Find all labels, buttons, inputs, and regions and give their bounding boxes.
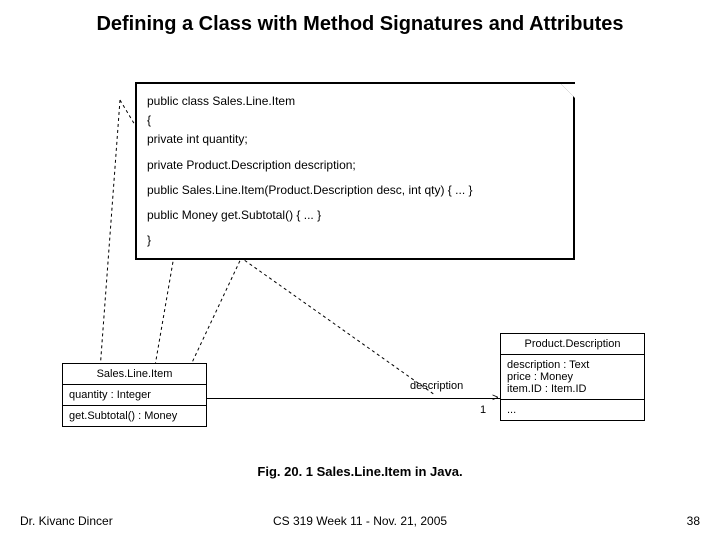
code-line: { [147, 111, 563, 130]
uml-class-name: Product.Description [501, 334, 644, 355]
uml-attribute: item.ID : Item.ID [507, 383, 638, 395]
uml-attribute: description : Text [507, 359, 638, 371]
association-multiplicity: 1 [480, 404, 486, 416]
uml-attribute: price : Money [507, 371, 638, 383]
uml-attribute: quantity : Integer [69, 389, 200, 401]
uml-class-saleslineitem: Sales.Line.Item quantity : Integer get.S… [62, 363, 207, 427]
figure-caption: Fig. 20. 1 Sales.Line.Item in Java. [0, 464, 720, 479]
slide-title: Defining a Class with Method Signatures … [60, 12, 660, 37]
association-arrow-icon: > [492, 392, 498, 404]
code-line: public Money get.Subtotal() { ... } [147, 206, 563, 225]
code-line: public class Sales.Line.Item [147, 92, 563, 111]
uml-operation: ... [507, 404, 638, 416]
footer-course-date: CS 319 Week 11 - Nov. 21, 2005 [0, 514, 720, 528]
association-role-label: description [410, 380, 463, 392]
code-line: public Sales.Line.Item(Product.Descripti… [147, 181, 563, 200]
code-line: private Product.Description description; [147, 156, 563, 175]
association-line [207, 398, 500, 399]
code-line: private int quantity; [147, 130, 563, 149]
footer-page-number: 38 [687, 514, 700, 528]
code-note-box: public class Sales.Line.Item { private i… [135, 82, 575, 260]
uml-class-name: Sales.Line.Item [63, 364, 206, 385]
note-dogear-icon [559, 82, 575, 98]
uml-operation: get.Subtotal() : Money [69, 410, 200, 422]
uml-class-productdescription: Product.Description description : Text p… [500, 333, 645, 421]
code-line: } [147, 231, 563, 250]
